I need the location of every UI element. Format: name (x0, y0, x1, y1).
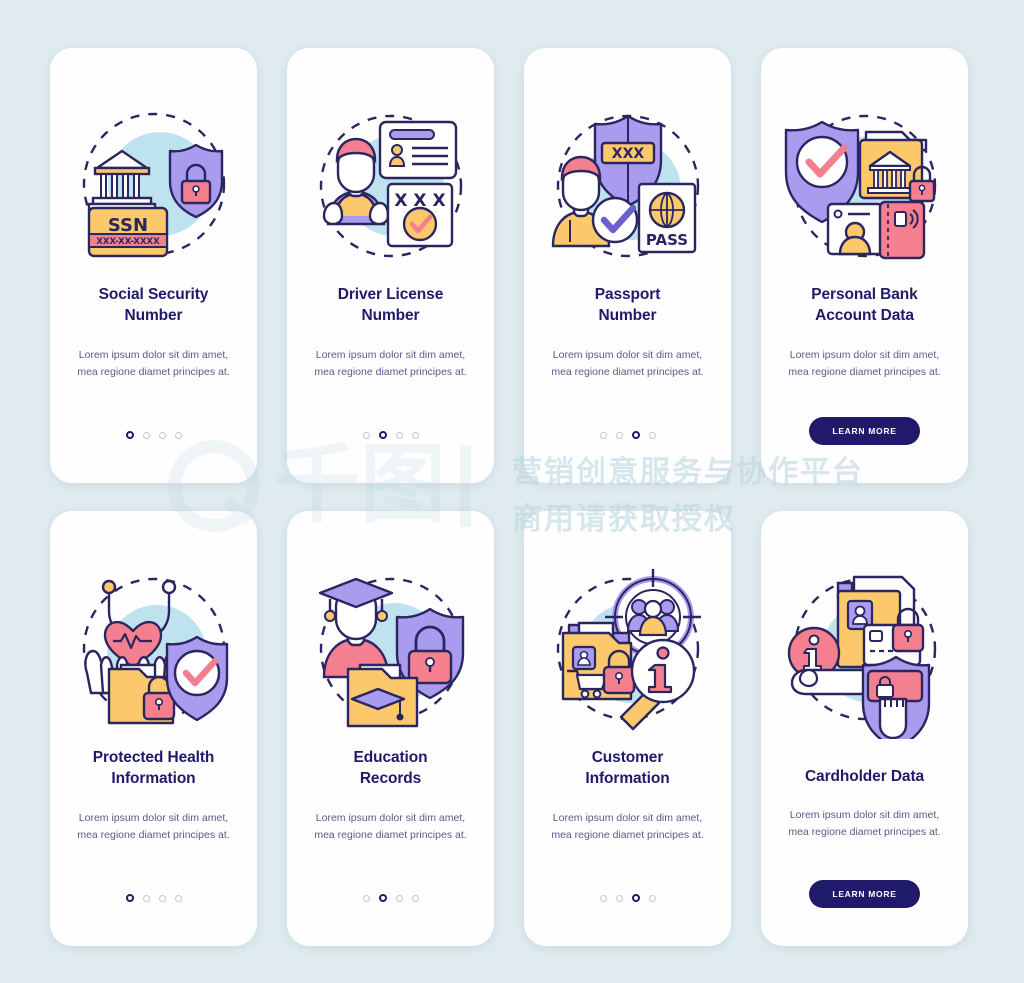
onboarding-screen-grid: SSN XXX-XX-XXXX Social Security Number L… (0, 0, 1024, 983)
illustration-graduate-shield-lock-folder-cap (302, 561, 480, 739)
pagination-dot-4[interactable] (411, 431, 419, 439)
title-line-1: Customer (591, 749, 664, 766)
card-description: Lorem ipsum dolor sit dim amet, mea regi… (77, 811, 230, 841)
card-personal-bank-account-data[interactable]: Personal Bank Account Data Lorem ipsum d… (761, 48, 968, 483)
title-line-2: Information (585, 770, 670, 788)
learn-more-button[interactable]: LEARN MORE (809, 417, 920, 445)
card-description: Lorem ipsum dolor sit dim amet, mea regi… (77, 348, 230, 378)
pagination-dot-1[interactable] (362, 431, 370, 439)
svg-text:SSN: SSN (107, 215, 147, 236)
card-title: Social Security Number (87, 284, 221, 327)
title-line-2: Number (124, 307, 183, 325)
title-line-1: Social Security (98, 286, 209, 303)
pagination-dot-3[interactable] (631, 431, 640, 439)
pagination-dot-3[interactable] (631, 894, 640, 902)
pagination-dot-2[interactable] (142, 431, 150, 439)
pagination-dot-2[interactable] (378, 894, 387, 902)
card-description: Lorem ipsum dolor sit dim amet, mea regi… (788, 348, 941, 378)
pagination-dot-2[interactable] (615, 894, 623, 902)
svg-text:XXX-XX-XXXX: XXX-XX-XXXX (96, 237, 160, 247)
card-title: Personal Bank Account Data (799, 284, 929, 327)
pagination-dots[interactable] (125, 894, 182, 902)
card-protected-health-information[interactable]: Protected Health Information Lorem ipsum… (50, 511, 257, 946)
card-title: Protected Health Information (81, 747, 227, 790)
illustration-shield-check-bank-folder-lock-card (776, 98, 954, 276)
illustration-person-shield-xxx-passport: XXX PASS (539, 98, 717, 276)
pagination-dot-4[interactable] (174, 894, 182, 902)
card-customer-information[interactable]: Customer Information Lorem ipsum dolor s… (524, 511, 731, 946)
pagination-dot-2[interactable] (378, 431, 387, 439)
pagination-dot-3[interactable] (158, 894, 166, 902)
pagination-dot-4[interactable] (648, 431, 656, 439)
learn-more-button[interactable]: LEARN MORE (809, 880, 920, 908)
pagination-dot-1[interactable] (599, 894, 607, 902)
pagination-dot-3[interactable] (395, 431, 403, 439)
pagination-dots[interactable] (599, 431, 656, 439)
title-line-1: Driver License (337, 286, 444, 303)
title-line-2: Records (359, 770, 422, 788)
card-title: Driver License Number (326, 284, 455, 327)
card-description: Lorem ipsum dolor sit dim amet, mea regi… (788, 809, 941, 839)
card-passport-number[interactable]: XXX PASS Passport Number Lorem ipsum dol… (524, 48, 731, 483)
title-line-2: Account Data (815, 307, 914, 325)
pagination-dot-1[interactable] (362, 894, 370, 902)
pagination-dot-1[interactable] (125, 894, 134, 902)
card-description: Lorem ipsum dolor sit dim amet, mea regi… (314, 348, 467, 378)
card-title: Education Records (341, 747, 439, 790)
title-line-1: Personal Bank (811, 286, 918, 303)
pagination-dots[interactable] (362, 894, 419, 902)
pagination-dot-4[interactable] (648, 894, 656, 902)
pagination-dots[interactable] (599, 894, 656, 902)
title-line-2: Information (111, 770, 196, 788)
illustration-person-id-card-xxx-check: X X X (302, 98, 480, 276)
card-description: Lorem ipsum dolor sit dim amet, mea regi… (551, 348, 704, 378)
illustration-hands-heart-stethoscope-folder-lock-shield (65, 561, 243, 739)
svg-text:XXX: XXX (611, 146, 644, 162)
pagination-dot-2[interactable] (615, 431, 623, 439)
illustration-bank-ssn-card-shield-lock: SSN XXX-XX-XXXX (65, 98, 243, 276)
pagination-dot-4[interactable] (411, 894, 419, 902)
illustration-target-people-folder-cart-lock-magnifier-info (539, 561, 717, 739)
title-line-2: Number (361, 307, 420, 325)
card-description: Lorem ipsum dolor sit dim amet, mea regi… (551, 811, 704, 841)
title-line-1: Cardholder Data (804, 768, 925, 785)
title-line-1: Protected Health (92, 749, 215, 766)
card-social-security-number[interactable]: SSN XXX-XX-XXXX Social Security Number L… (50, 48, 257, 483)
card-title: Customer Information (573, 747, 681, 790)
title-line-1: Education (353, 749, 428, 766)
card-education-records[interactable]: Education Records Lorem ipsum dolor sit … (287, 511, 494, 946)
card-driver-license-number[interactable]: X X X Driver License Number Lorem ipsum … (287, 48, 494, 483)
pagination-dot-1[interactable] (599, 431, 607, 439)
illustration-hand-info-folder-card-lock-shield (776, 561, 954, 739)
card-description: Lorem ipsum dolor sit dim amet, mea regi… (314, 811, 467, 841)
card-title: Passport Number (583, 284, 673, 327)
pagination-dot-1[interactable] (125, 431, 134, 439)
pagination-dot-3[interactable] (395, 894, 403, 902)
title-line-1: Passport (594, 286, 661, 303)
pagination-dots[interactable] (125, 431, 182, 439)
svg-text:PASS: PASS (645, 231, 687, 249)
pagination-dots[interactable] (362, 431, 419, 439)
pagination-dot-4[interactable] (174, 431, 182, 439)
card-cardholder-data[interactable]: Cardholder Data Lorem ipsum dolor sit di… (761, 511, 968, 946)
title-line-2: Number (598, 307, 657, 325)
pagination-dot-3[interactable] (158, 431, 166, 439)
card-title: Cardholder Data (793, 766, 936, 787)
pagination-dot-2[interactable] (142, 894, 150, 902)
